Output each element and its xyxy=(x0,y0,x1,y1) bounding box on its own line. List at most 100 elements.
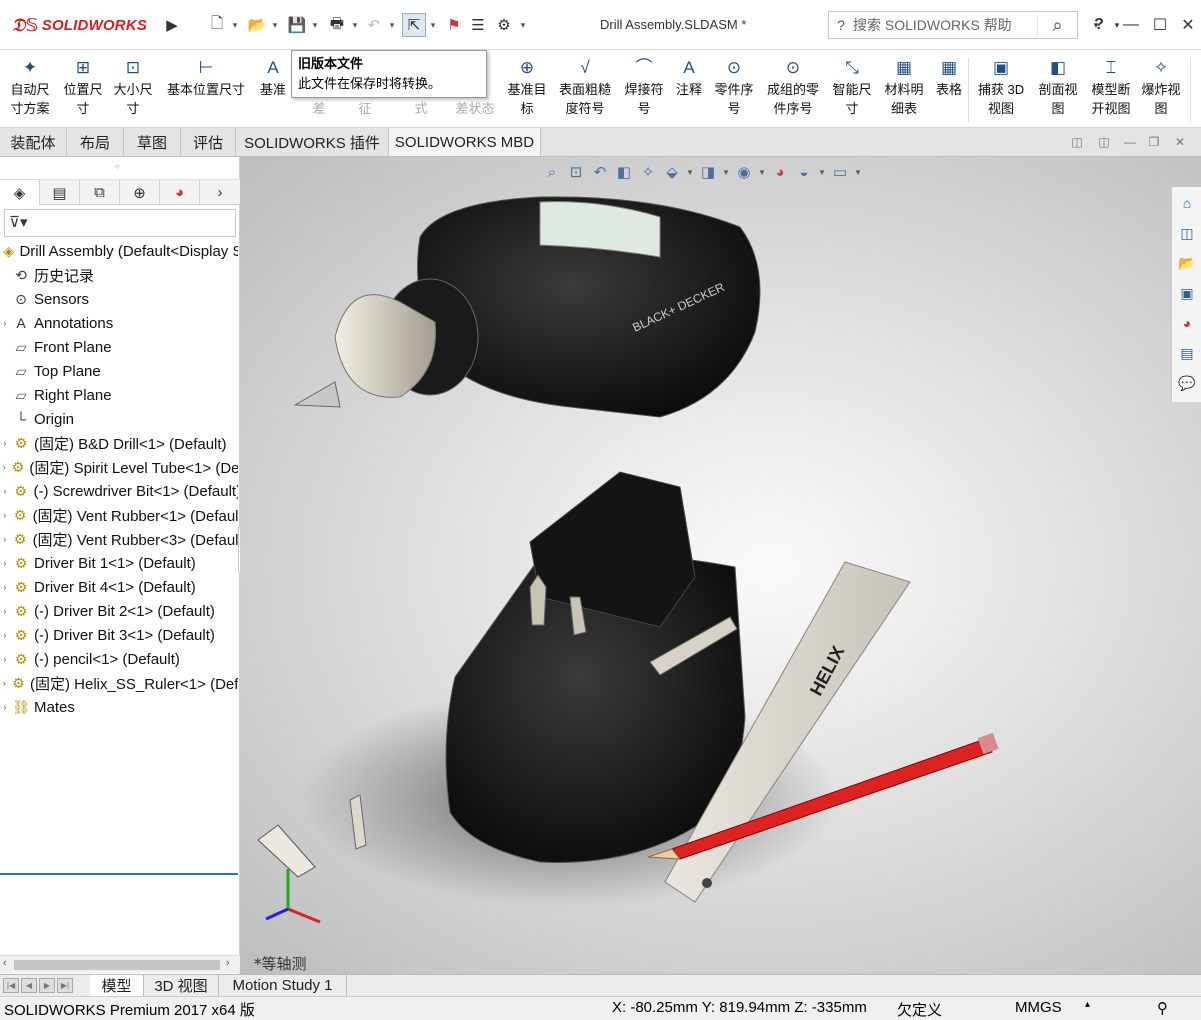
tree-item[interactable]: ⊙ Sensors xyxy=(0,287,238,311)
ribbon-surface-finish-button[interactable]: √ 表面粗糙 度符号 xyxy=(554,54,616,124)
first-tab-icon[interactable]: |◀ xyxy=(3,978,19,993)
ribbon-balloon-button[interactable]: ⊙ 零件序 号 xyxy=(709,54,759,124)
expand-chevron-icon[interactable]: › xyxy=(0,630,10,640)
search-icon[interactable]: ⌕ xyxy=(1037,14,1077,36)
ribbon-note-button[interactable]: A 注释 xyxy=(672,54,706,124)
new-dropdown-icon[interactable]: ▾ xyxy=(230,13,240,37)
design-library-icon[interactable]: ◫ xyxy=(1175,221,1199,245)
tree-item[interactable]: › ⛓ Mates xyxy=(0,695,238,719)
ribbon-basic-location-dim-button[interactable]: ⊢ 基本位置尺寸 xyxy=(160,54,252,124)
expand-chevron-icon[interactable]: › xyxy=(0,510,10,520)
ribbon-auto-dim-button[interactable]: ✦ 自动尺 寸方案 xyxy=(4,54,56,124)
drill-assembly-render[interactable]: BLACK+ DECKER HELIX xyxy=(240,157,1201,974)
tree-item[interactable]: └ Origin xyxy=(0,407,238,431)
ribbon-table-button[interactable]: ▦ 表格 xyxy=(932,54,966,124)
tree-item[interactable]: ›⚙ (固定) Helix_SS_Ruler<1> (Default) xyxy=(0,671,238,695)
tab-model[interactable]: 模型 xyxy=(90,975,144,996)
ribbon-weld-symbol-button[interactable]: ⌒ 焊接符 号 xyxy=(619,54,669,124)
tree-item[interactable]: › A Annotations xyxy=(0,311,238,335)
ribbon-datum-target-button[interactable]: ⊕ 基准目 标 xyxy=(502,54,552,124)
tab-3d-views[interactable]: 3D 视图 xyxy=(144,975,219,996)
solidworks-logo[interactable]: 𝔇𝕊 SOLIDWORKS xyxy=(12,12,147,38)
tree-item[interactable]: ▱ Right Plane xyxy=(0,383,238,407)
tree-item[interactable]: › ⚙ Driver Bit 1<1> (Default) xyxy=(0,551,238,575)
select-dropdown-icon[interactable]: ▾ xyxy=(428,13,438,37)
tree-horizontal-scrollbar[interactable]: ‹ › xyxy=(0,955,240,973)
view-palette-icon[interactable]: ▣ xyxy=(1175,281,1199,305)
ribbon-model-break-button[interactable]: ⌶ 模型断 开视图 xyxy=(1085,54,1137,124)
tree-item[interactable]: › ⚙ (-) pencil<1> (Default) xyxy=(0,647,238,671)
ribbon-auto-balloon-button[interactable]: ⊙ 成组的零 件序号 xyxy=(761,54,825,124)
tree-item[interactable]: ▱ Front Plane xyxy=(0,335,238,359)
tab-addins[interactable]: SOLIDWORKS 插件 xyxy=(236,128,389,156)
maximize-icon[interactable]: ☐ xyxy=(1147,12,1173,38)
ribbon-capture-3d-button[interactable]: ▣ 捕获 3D 视图 xyxy=(972,54,1030,124)
tree-item[interactable]: › ⚙ (-) Driver Bit 2<1> (Default) xyxy=(0,599,238,623)
expand-chevron-icon[interactable]: › xyxy=(0,534,10,544)
forum-icon[interactable]: 💬 xyxy=(1175,371,1199,395)
ribbon-explode-view-button[interactable]: ✧ 爆炸视 图 xyxy=(1136,54,1186,124)
tree-item[interactable]: › ⚙ Driver Bit 4<1> (Default) xyxy=(0,575,238,599)
options-dropdown-icon[interactable]: ▾ xyxy=(518,13,528,37)
expand-chevron-icon[interactable]: › xyxy=(0,318,10,328)
expand-chevron-icon[interactable]: › xyxy=(0,582,10,592)
more-tabs-chevron-icon[interactable]: › xyxy=(200,180,240,205)
prev-tab-icon[interactable]: ◀ xyxy=(21,978,37,993)
appearances-icon[interactable]: ◕ xyxy=(1175,311,1199,335)
doc-minimize-icon[interactable]: — xyxy=(1122,134,1138,150)
tree-item[interactable]: › ⚙ (固定) B&D Drill<1> (Default) xyxy=(0,431,238,455)
tab-mbd[interactable]: SOLIDWORKS MBD xyxy=(389,128,541,156)
rollback-bar[interactable] xyxy=(0,873,238,875)
tree-item[interactable]: ▱ Top Plane xyxy=(0,359,238,383)
custom-properties-icon[interactable]: ▤ xyxy=(1175,341,1199,365)
tab-sketch[interactable]: 草图 xyxy=(124,128,181,156)
dimxpert-manager-tab-icon[interactable]: ⊕ xyxy=(120,180,160,205)
file-explorer-icon[interactable]: 📂 xyxy=(1175,251,1199,275)
solidworks-resources-home-icon[interactable]: ⌂ xyxy=(1175,191,1199,215)
driver-bit-on-battery[interactable] xyxy=(529,574,547,626)
new-document-icon[interactable]: 🗋 xyxy=(205,13,229,37)
tree-item[interactable]: › ⚙ (固定) Vent Rubber<3> (Default) xyxy=(0,527,238,551)
panel-splitter-handle[interactable]: ○ xyxy=(115,162,120,171)
ribbon-datum-button[interactable]: A 基准 xyxy=(255,54,291,124)
expand-chevron-icon[interactable]: › xyxy=(0,702,10,712)
ribbon-location-dim-button[interactable]: ⊞ 位置尺 寸 xyxy=(57,54,109,124)
tile-right-icon[interactable]: ◫ xyxy=(1096,134,1112,150)
print-icon[interactable]: 🖶 xyxy=(325,13,349,37)
search-input[interactable]: 搜索 SOLIDWORKS 帮助 xyxy=(853,15,1037,35)
tree-item[interactable]: › ⚙ (-) Driver Bit 3<1> (Default) xyxy=(0,623,238,647)
units-system[interactable]: MMGS xyxy=(1015,999,1062,1016)
menu-expand-icon[interactable]: ▶ xyxy=(160,13,184,37)
tree-item[interactable]: ⟲ 历史记录 xyxy=(0,263,238,287)
display-manager-tab-icon[interactable]: ◕ xyxy=(160,180,200,205)
expand-chevron-icon[interactable]: › xyxy=(0,654,10,664)
ribbon-smart-dim-button[interactable]: ⤡ 智能尺 寸 xyxy=(826,54,878,124)
print-dropdown-icon[interactable]: ▾ xyxy=(350,13,360,37)
next-tab-icon[interactable]: ▶ xyxy=(39,978,55,993)
help-search-box[interactable]: ? 搜索 SOLIDWORKS 帮助 ⌕ xyxy=(828,11,1078,39)
units-dropdown-icon[interactable]: ▴ xyxy=(1085,999,1090,1010)
doc-close-icon[interactable]: ✕ xyxy=(1172,134,1188,150)
configuration-manager-tab-icon[interactable]: ⧉ xyxy=(80,180,120,205)
save-icon[interactable]: 💾 xyxy=(285,13,309,37)
tab-assembly[interactable]: 装配体 xyxy=(0,128,67,156)
tree-root[interactable]: ◈ Drill Assembly (Default<Display State-… xyxy=(0,239,238,263)
file-properties-icon[interactable]: ☰ xyxy=(466,13,490,37)
status-tools-icon[interactable]: ⚲ xyxy=(1157,999,1168,1017)
feature-manager-tab-icon[interactable]: ◈ xyxy=(0,180,40,205)
open-icon[interactable]: 📂 xyxy=(245,13,269,37)
tree-item[interactable]: › ⚙ (固定) Vent Rubber<1> (Default) xyxy=(0,503,238,527)
options-gear-icon[interactable]: ⚙ xyxy=(492,13,516,37)
undo-dropdown-icon[interactable]: ▾ xyxy=(387,13,397,37)
tree-filter-icon[interactable]: ⊽▾ xyxy=(4,209,236,237)
scroll-left-icon[interactable]: ‹ xyxy=(3,957,7,969)
open-dropdown-icon[interactable]: ▾ xyxy=(270,13,280,37)
scroll-right-icon[interactable]: › xyxy=(226,957,230,969)
scroll-thumb[interactable] xyxy=(14,960,220,970)
tree-item[interactable]: ›⚙(固定) Spirit Level Tube<1> (Default) xyxy=(0,455,238,479)
chuck-tip[interactable] xyxy=(293,381,341,408)
expand-chevron-icon[interactable]: › xyxy=(0,486,10,496)
rebuild-icon[interactable]: ⚑ xyxy=(442,13,466,37)
ribbon-bom-button[interactable]: ▦ 材料明 细表 xyxy=(878,54,930,124)
graphics-area[interactable]: ⌕ ⊡ ↶ ◧ ✧ ⬙ ▾ ◨ ▾ ◉ ▾ ◕ ◒ ▾ ▭ ▾ BLACK+ D… xyxy=(240,157,1201,974)
